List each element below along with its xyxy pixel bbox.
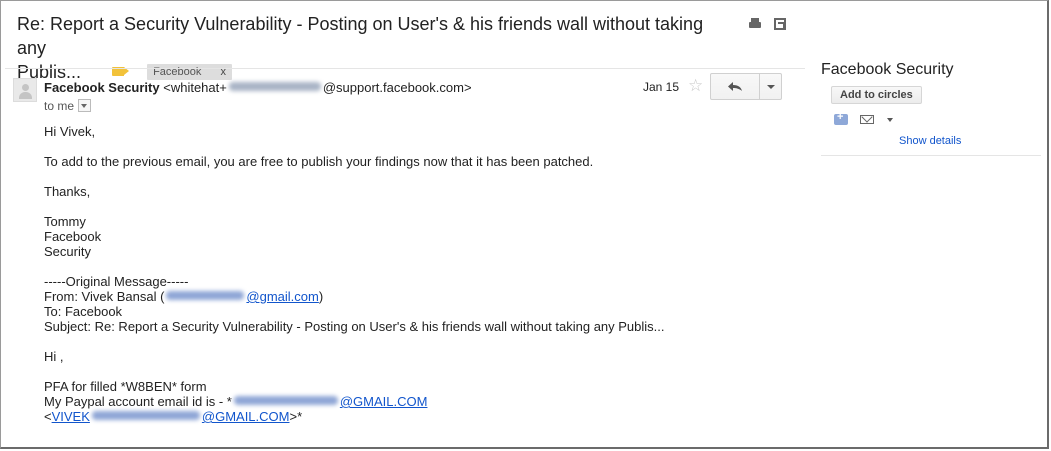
add-to-circles-button[interactable]: Add to circles xyxy=(831,86,922,104)
redacted-text xyxy=(233,396,338,405)
signature-company: Facebook xyxy=(44,229,102,244)
recipient-details-dropdown[interactable] xyxy=(78,99,92,112)
original-from-prefix: From: Vivek Bansal ( xyxy=(44,289,165,304)
original-subject: Subject: Re: Report a Security Vulnerabi… xyxy=(44,319,665,334)
closing: Thanks, xyxy=(44,184,91,199)
signature-name: Tommy xyxy=(44,214,86,229)
body-paragraph: To add to the previous email, you are fr… xyxy=(44,154,594,169)
sidebar-divider xyxy=(821,155,1041,156)
original-from-email-link[interactable]: @gmail.com xyxy=(164,289,319,304)
redacted-text xyxy=(91,411,200,420)
hangout-icon[interactable] xyxy=(834,111,848,125)
print-icon[interactable] xyxy=(748,18,762,30)
reply-icon xyxy=(728,82,742,91)
quoted-pfa-line: PFA for filled *W8BEN* form xyxy=(44,379,207,394)
sender-email-prefix: <whitehat+ xyxy=(163,80,227,95)
mail-icon[interactable] xyxy=(860,115,874,124)
paypal-email-link[interactable]: @GMAIL.COM xyxy=(232,394,428,409)
email-open-bracket: < xyxy=(44,409,52,424)
quoted-email-link[interactable]: VIVEK @GMAIL.COM xyxy=(52,409,290,424)
original-from: From: Vivek Bansal ( @gmail.com) xyxy=(44,289,744,304)
sender-email-suffix: @support.facebook.com> xyxy=(322,80,472,95)
original-to: To: Facebook xyxy=(44,304,123,319)
original-message-header: -----Original Message----- xyxy=(44,274,189,289)
email-close-bracket: >* xyxy=(289,409,303,424)
email-date: Jan 15 xyxy=(643,80,680,94)
redacted-text xyxy=(228,82,321,91)
contact-sidebar: Facebook Security Add to circles Show de… xyxy=(821,60,1041,147)
original-from-email-suffix: @gmail.com xyxy=(246,289,319,304)
reply-button[interactable] xyxy=(710,73,760,100)
new-window-icon[interactable] xyxy=(774,18,787,30)
email-body: Hi Vivek, To add to the previous email, … xyxy=(44,124,744,424)
paypal-email-suffix: @GMAIL.COM xyxy=(339,394,428,409)
quoted-paypal-line: My Paypal account email id is - * @GMAIL.… xyxy=(44,394,744,409)
quoted-email-line: <VIVEK @GMAIL.COM>* xyxy=(44,409,744,424)
more-actions-dropdown[interactable] xyxy=(759,73,782,100)
subject-actions xyxy=(748,17,794,35)
label-chip-facebook[interactable]: Facebook x xyxy=(147,64,232,80)
chevron-down-icon[interactable] xyxy=(887,118,893,122)
contact-name[interactable]: Facebook Security xyxy=(821,60,1041,80)
quoted-email-suffix: @GMAIL.COM xyxy=(201,409,290,424)
sender-name[interactable]: Facebook Security xyxy=(44,80,160,95)
header-divider xyxy=(5,68,805,69)
quoted-email-start: VIVEK xyxy=(51,409,90,424)
redacted-text xyxy=(166,291,245,300)
contact-actions xyxy=(834,111,1041,126)
sender-email: <whitehat+ @support.facebook.com> xyxy=(163,80,471,95)
signature-team: Security xyxy=(44,244,91,259)
paypal-prefix: My Paypal account email id is - * xyxy=(44,394,232,409)
sender-avatar xyxy=(13,78,37,102)
recipient-line: to me xyxy=(44,99,92,113)
quoted-greeting: Hi , xyxy=(44,349,64,364)
star-icon[interactable]: ☆ xyxy=(688,76,703,96)
subject-line-1: Re: Report a Security Vulnerability - Po… xyxy=(17,14,704,58)
sender-line: Facebook Security <whitehat+ @support.fac… xyxy=(44,80,472,96)
greeting: Hi Vivek, xyxy=(44,124,96,139)
email-subject: Re: Report a Security Vulnerability - Po… xyxy=(17,12,737,84)
original-from-close: ) xyxy=(318,289,324,304)
show-details-link[interactable]: Show details xyxy=(899,135,1041,147)
recipient-text: to me xyxy=(44,99,75,113)
